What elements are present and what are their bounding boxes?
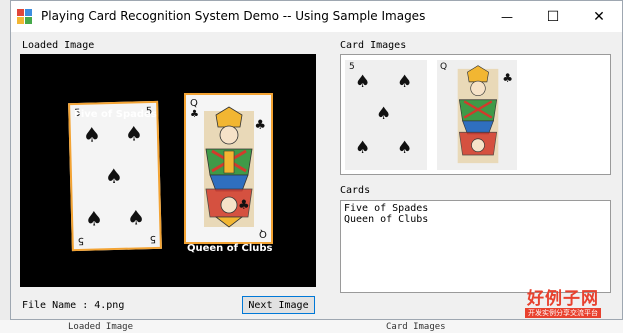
card-rank-bottom-right: 5 [149,232,156,245]
card-thumb-queen-of-clubs[interactable]: Q ♣ [437,60,517,170]
cards-list-box[interactable]: Five of Spades Queen of Clubs [340,200,611,293]
spade-pip-icon: ♠ [84,206,104,231]
queen-of-clubs-overlay-label: Queen of Clubs [187,243,273,254]
spade-pip-icon: ♠ [376,104,392,124]
club-pip-icon: ♣ [238,198,250,213]
spade-pip-icon: ♠ [124,121,144,146]
spade-pip-icon: ♠ [355,138,371,158]
background-window-edge [0,0,10,320]
cards-list-item[interactable]: Five of Spades [344,203,607,214]
background-card-images-label: Card Images [386,322,446,332]
title-bar[interactable]: Playing Card Recognition System Demo -- … [11,1,622,32]
close-button[interactable]: ✕ [576,1,622,32]
spade-pip-icon: ♠ [355,72,371,92]
loaded-image-label: Loaded Image [22,40,95,51]
club-pip-icon: ♣ [254,118,266,133]
spade-pip-icon: ♠ [397,72,413,92]
card-images-panel: 5 ♠ ♠ ♠ ♠ ♠ Q ♣ [340,54,611,175]
main-window: Playing Card Recognition System Demo -- … [10,0,623,320]
spade-pip-icon: ♠ [104,163,124,189]
spade-pip-icon: ♠ [82,122,102,147]
maximize-button[interactable]: ☐ [530,1,576,32]
background-window-strip: Loaded Image Card Images [0,320,623,333]
spade-pip-icon: ♠ [397,138,413,158]
card-thumb-five-of-spades[interactable]: 5 ♠ ♠ ♠ ♠ ♠ [345,60,427,170]
cards-label: Cards [340,185,371,196]
queen-figure-icon [457,65,499,164]
loaded-image-view: 5 5 ♠ ♠ ♠ ♠ ♠ 5 5 Five of Spades Q ♣ ♣ ♣… [20,54,316,287]
watermark-logo: 好例子网 开发实例分享交流平台 [525,284,601,318]
app-icon [17,9,33,25]
thumb-rank: 5 [349,62,355,72]
five-of-spades-card: 5 5 ♠ ♠ ♠ ♠ ♠ 5 5 [68,100,162,252]
spade-pip-icon: ♠ [126,205,146,230]
watermark-logo-text: 好例子网 [527,289,599,309]
card-images-label: Card Images [340,40,407,51]
five-of-spades-overlay-label: Five of Spades [74,109,157,120]
club-pip-icon: ♣ [502,71,513,85]
cards-list-item[interactable]: Queen of Clubs [344,214,607,225]
next-image-button[interactable]: Next Image [242,296,315,314]
watermark-logo-subtext: 开发实例分享交流平台 [525,308,601,318]
minimize-button[interactable]: — [484,1,530,32]
card-rank-bottom: Q [259,228,267,239]
file-name-label: File Name : 4.png [22,300,125,311]
card-rank-bottom: 5 [77,234,85,246]
queen-of-clubs-card: Q ♣ ♣ ♣ Q [184,93,273,244]
background-loaded-label: Loaded Image [68,322,134,332]
window-title: Playing Card Recognition System Demo -- … [41,9,426,23]
